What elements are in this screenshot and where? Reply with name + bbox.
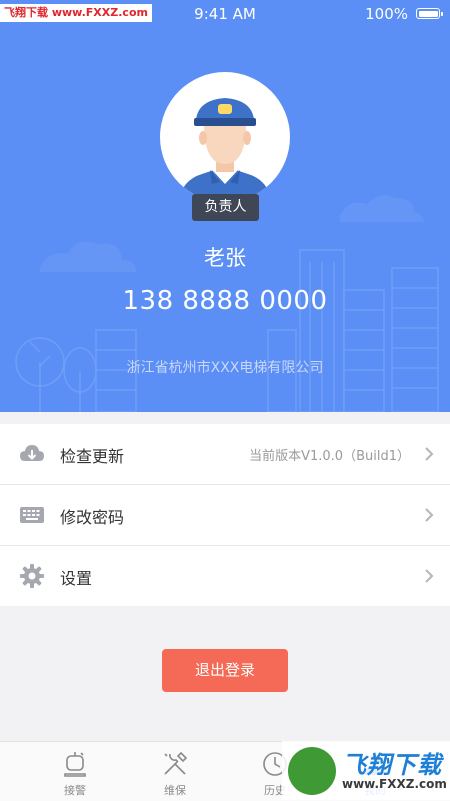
tab-label: 维保: [164, 784, 186, 797]
user-name: 老张: [204, 246, 246, 270]
user-phone: 138 8888 0000: [122, 286, 328, 316]
keyboard-icon: [20, 507, 44, 523]
menu-item-change-password[interactable]: 修改密码: [0, 485, 450, 546]
gear-icon: [20, 564, 44, 588]
wrench-screwdriver-icon: [164, 751, 188, 775]
menu-item-settings[interactable]: 设置: [0, 546, 450, 606]
role-badge: 负责人: [192, 194, 259, 221]
version-text: 当前版本V1.0.0（Build1）: [249, 449, 410, 464]
police-officer-avatar-icon: [178, 98, 272, 202]
menu-item-label: 设置: [60, 569, 93, 588]
menu-item-label: 修改密码: [60, 508, 125, 527]
logout-button[interactable]: 退出登录: [162, 649, 288, 692]
chevron-right-icon: [425, 569, 434, 583]
watermark-logo: 飞翔下载 www.FXXZ.com: [282, 741, 450, 800]
alarm-robot-icon: [64, 752, 86, 777]
menu-item-label: 检查更新: [60, 447, 125, 466]
watermark-url: www.FXXZ.com: [342, 777, 447, 791]
tab-maintenance[interactable]: 维保: [145, 742, 205, 801]
battery-percentage: 100%: [365, 5, 408, 23]
logo-icon: [288, 747, 336, 795]
cloud-download-icon: [20, 445, 44, 461]
tab-alarm[interactable]: 接警: [45, 742, 105, 801]
settings-menu: 检查更新 当前版本V1.0.0（Build1） 修改密码 设置: [0, 424, 450, 606]
profile-header: 飞翔下载 www.FXXZ.com 9:41 AM 100% 负责人 老张 13…: [0, 0, 450, 412]
battery-icon: [416, 8, 443, 19]
menu-item-check-update[interactable]: 检查更新 当前版本V1.0.0（Build1）: [0, 424, 450, 485]
avatar[interactable]: [160, 72, 290, 202]
tab-label: 接警: [64, 784, 86, 797]
chevron-right-icon: [425, 447, 434, 461]
status-bar: 飞翔下载 www.FXXZ.com 9:41 AM 100%: [0, 0, 450, 28]
watermark-title: 飞翔下载: [342, 751, 442, 779]
company-name: 浙江省杭州市XXX电梯有限公司: [126, 360, 324, 376]
chevron-right-icon: [425, 508, 434, 522]
